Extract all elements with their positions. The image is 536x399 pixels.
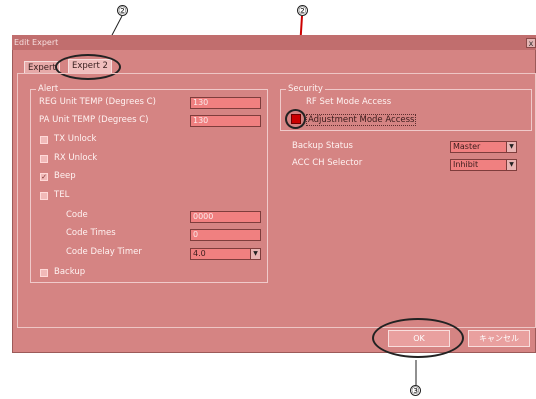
tx-unlock-checkbox[interactable] bbox=[40, 136, 48, 144]
tel-label: TEL bbox=[54, 190, 70, 200]
acc-ch-selector-select[interactable]: Inhibit ▼ bbox=[450, 159, 517, 171]
title-bar: Edit Expert bbox=[12, 35, 536, 50]
code-delay-timer-select[interactable]: 4.0 ▼ bbox=[190, 248, 261, 260]
rf-set-mode-access-label: RF Set Mode Access bbox=[306, 97, 392, 107]
backup-label: Backup bbox=[54, 267, 86, 277]
chevron-down-icon[interactable]: ▼ bbox=[506, 160, 516, 170]
ok-highlight-ellipse bbox=[372, 318, 464, 358]
beep-label: Beep bbox=[54, 171, 76, 181]
backup-status-value: Master bbox=[453, 142, 481, 151]
rx-unlock-checkbox[interactable] bbox=[40, 155, 48, 163]
code-delay-timer-label: Code Delay Timer bbox=[66, 247, 142, 257]
close-button[interactable]: x bbox=[526, 38, 536, 48]
checkbox-highlight-ellipse bbox=[285, 109, 306, 129]
backup-checkbox[interactable] bbox=[40, 269, 48, 277]
chevron-down-icon[interactable]: ▼ bbox=[250, 249, 260, 259]
pa-unit-temp-input[interactable]: 130 bbox=[190, 115, 261, 127]
code-label: Code bbox=[66, 210, 88, 220]
backup-status-label: Backup Status bbox=[292, 141, 353, 151]
code-times-label: Code Times bbox=[66, 228, 116, 238]
pa-unit-temp-label: PA Unit TEMP (Degrees C) bbox=[39, 115, 149, 125]
backup-status-select[interactable]: Master ▼ bbox=[450, 141, 517, 153]
rx-unlock-label: RX Unlock bbox=[54, 153, 98, 163]
acc-ch-selector-value: Inhibit bbox=[453, 160, 479, 169]
alert-legend: Alert bbox=[36, 84, 61, 94]
acc-ch-selector-label: ACC CH Selector bbox=[292, 158, 363, 168]
chevron-down-icon[interactable]: ▼ bbox=[506, 142, 516, 152]
code-delay-timer-value: 4.0 bbox=[193, 249, 206, 258]
reg-unit-temp-label: REG Unit TEMP (Degrees C) bbox=[39, 97, 156, 107]
tx-unlock-label: TX Unlock bbox=[54, 134, 97, 144]
adjustment-mode-access-label: Adjustment Mode Access bbox=[306, 114, 417, 126]
reg-unit-temp-input[interactable]: 130 bbox=[190, 97, 261, 109]
security-legend: Security bbox=[286, 84, 325, 94]
cancel-button[interactable]: キャンセル bbox=[468, 330, 530, 347]
code-input[interactable]: 0000 bbox=[190, 211, 261, 223]
beep-checkbox[interactable]: ✓ bbox=[40, 173, 48, 181]
tel-checkbox[interactable] bbox=[40, 192, 48, 200]
code-times-input[interactable]: 0 bbox=[190, 229, 261, 241]
